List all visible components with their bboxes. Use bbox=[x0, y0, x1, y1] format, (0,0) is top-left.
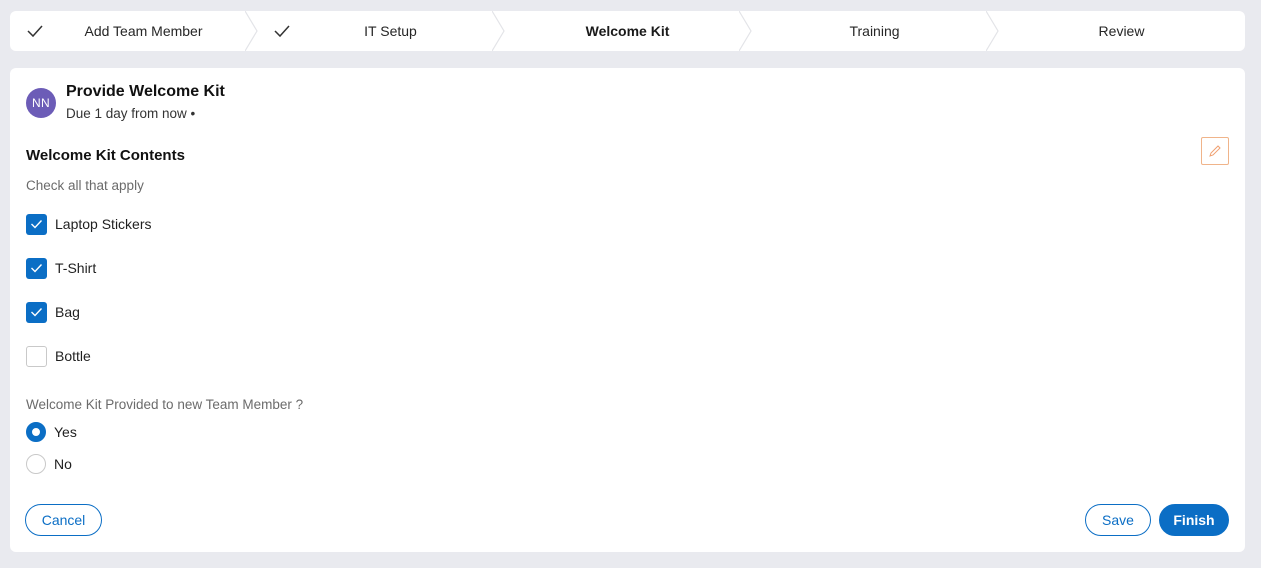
step-separator bbox=[245, 11, 263, 51]
cancel-button[interactable]: Cancel bbox=[25, 504, 102, 536]
checkbox-label: Bag bbox=[55, 304, 80, 320]
checkmark-icon bbox=[31, 220, 43, 229]
step-label: IT Setup bbox=[364, 23, 417, 39]
edit-button[interactable] bbox=[1201, 137, 1229, 165]
check-icon bbox=[274, 25, 290, 38]
checkbox[interactable] bbox=[26, 345, 47, 367]
checkmark-icon bbox=[31, 264, 43, 273]
save-button[interactable]: Save bbox=[1085, 504, 1151, 536]
radio-label: Yes bbox=[54, 424, 77, 440]
question-label: Welcome Kit Provided to new Team Member … bbox=[26, 397, 304, 412]
step-separator bbox=[492, 11, 510, 51]
checkbox-label: T-Shirt bbox=[55, 260, 97, 276]
finish-button[interactable]: Finish bbox=[1159, 504, 1229, 536]
avatar: NN bbox=[26, 88, 56, 118]
step-training[interactable]: Training bbox=[751, 11, 1004, 51]
radio-yes[interactable]: Yes bbox=[26, 421, 77, 443]
checkbox[interactable] bbox=[26, 213, 47, 235]
radio-button[interactable] bbox=[26, 422, 46, 442]
section-title: Welcome Kit Contents bbox=[26, 147, 185, 164]
checkbox[interactable] bbox=[26, 257, 47, 279]
checkbox-label: Bottle bbox=[55, 348, 91, 364]
step-label: Review bbox=[1098, 23, 1145, 39]
step-review[interactable]: Review bbox=[998, 11, 1245, 51]
helper-text: Check all that apply bbox=[26, 178, 144, 193]
checkbox-bottle[interactable]: Bottle bbox=[26, 345, 91, 367]
checkbox-laptop-stickers[interactable]: Laptop Stickers bbox=[26, 213, 152, 235]
step-it-setup[interactable]: IT Setup bbox=[257, 11, 510, 51]
checkmark-icon bbox=[31, 308, 43, 317]
progress-stepper: Add Team Member IT Setup Welcome Kit Tra… bbox=[10, 11, 1245, 51]
step-separator bbox=[739, 11, 757, 51]
step-add-team-member[interactable]: Add Team Member bbox=[10, 11, 263, 51]
radio-label: No bbox=[54, 456, 72, 472]
check-icon bbox=[27, 25, 43, 38]
checkbox[interactable] bbox=[26, 301, 47, 323]
step-separator bbox=[986, 11, 1004, 51]
radio-button[interactable] bbox=[26, 454, 46, 474]
checkbox-bag[interactable]: Bag bbox=[26, 301, 80, 323]
due-date: Due 1 day from now • bbox=[66, 106, 196, 121]
step-label: Add Team Member bbox=[84, 23, 203, 39]
radio-no[interactable]: No bbox=[26, 453, 72, 475]
task-card: NN Provide Welcome Kit Due 1 day from no… bbox=[10, 68, 1245, 552]
step-label: Welcome Kit bbox=[585, 23, 670, 39]
checkbox-label: Laptop Stickers bbox=[55, 216, 152, 232]
task-title: Provide Welcome Kit bbox=[66, 83, 225, 100]
checkbox-t-shirt[interactable]: T-Shirt bbox=[26, 257, 96, 279]
step-welcome-kit[interactable]: Welcome Kit bbox=[504, 11, 757, 51]
step-label: Training bbox=[849, 23, 900, 39]
pencil-icon bbox=[1209, 145, 1221, 157]
